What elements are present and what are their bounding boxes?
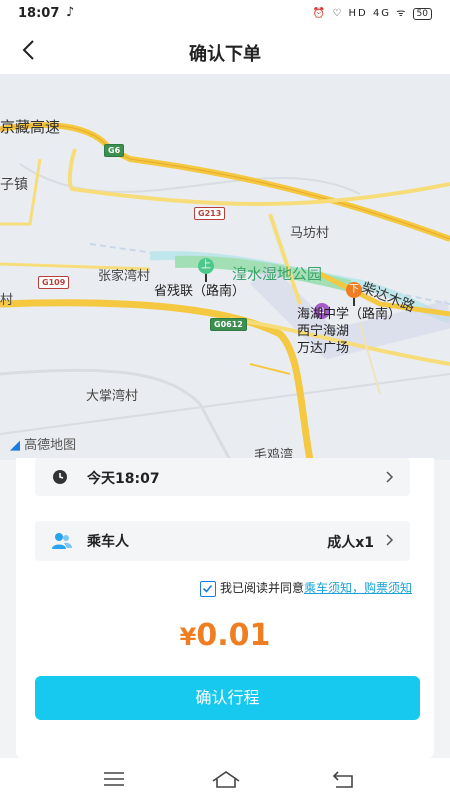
status-indicators: ⏰ ♡ HD 4G ᯤ 50 xyxy=(313,5,432,20)
shield-g213: G213 xyxy=(194,207,226,220)
dropoff-pin-icon[interactable]: 下 xyxy=(346,282,362,298)
passengers-icon xyxy=(51,531,72,551)
home-button[interactable] xyxy=(211,768,240,790)
agreement-line: 我已阅读并同意乘车须知，购票须知 xyxy=(199,579,412,597)
agreement-checkbox[interactable] xyxy=(199,580,216,597)
status-bar: 18:07 ♪ ⏰ ♡ HD 4G ᯤ 50 xyxy=(0,0,450,28)
map-label-zhangjia: 张家湾村 xyxy=(98,269,151,284)
amap-logo-text: 高德地图 xyxy=(24,438,77,453)
chevron-right-icon xyxy=(384,532,396,548)
shield-g0612: G0612 xyxy=(210,318,247,331)
status-time: 18:07 xyxy=(18,6,60,21)
pickup-pin-stem xyxy=(205,274,207,282)
dropoff-label: 海湖中学（路南） xyxy=(297,307,402,322)
shield-g6: G6 xyxy=(104,144,125,157)
menu-icon xyxy=(104,772,124,786)
agreement-text: 我已阅读并同意 xyxy=(219,581,304,595)
home-icon xyxy=(212,771,240,788)
system-nav-bar xyxy=(0,758,450,800)
map-label-highway: 京藏高速 xyxy=(0,118,61,136)
tiktok-icon: ♪ xyxy=(66,5,75,20)
passenger-row[interactable]: 乘车人 成人x1 xyxy=(35,521,410,561)
currency-symbol: ¥ xyxy=(179,623,197,651)
map-label-left-edge: 村 xyxy=(0,293,14,308)
agreement-link[interactable]: 乘车须知，购票须知 xyxy=(304,581,412,595)
page-title: 确认下单 xyxy=(189,44,261,65)
mall-label-line2: 万达广场 xyxy=(297,341,350,356)
departure-time-row[interactable]: 今天18:07 xyxy=(35,458,410,496)
clock-icon xyxy=(51,468,71,488)
map-label-park: 湟水湿地公园 xyxy=(232,265,323,283)
price-display: ¥0.01 xyxy=(16,618,434,653)
price-amount: 0.01 xyxy=(196,618,271,653)
amap-logo: ◢ 高德地图 xyxy=(10,434,76,453)
order-sheet: 今天18:07 乘车人 成人x1 我已阅读并同意乘车须知，购票须知 ¥0.01 … xyxy=(16,458,434,758)
map-roads xyxy=(0,122,450,460)
map-label-dazhang: 大掌湾村 xyxy=(86,389,139,404)
header-bar: 确认下单 xyxy=(0,28,450,74)
mall-label-line1: 西宁海湖 xyxy=(297,324,350,339)
back-icon xyxy=(332,771,353,788)
shield-g109: G109 xyxy=(38,276,70,289)
amap-logo-icon: ◢ xyxy=(10,438,20,453)
menu-button[interactable] xyxy=(100,768,128,790)
checkmark-icon xyxy=(202,584,213,593)
passenger-label: 乘车人 xyxy=(87,534,129,550)
route-map[interactable]: 京藏高速 G6 子镇 G213 马坊村 张家湾村 村 G109 湟水湿地公园 柴… xyxy=(0,74,450,460)
status-icons: ⏰ ♡ HD 4G ᯤ xyxy=(312,8,408,19)
map-label-town: 子镇 xyxy=(0,177,28,193)
confirm-trip-button[interactable]: 确认行程 xyxy=(35,676,420,720)
passenger-count: 成人x1 xyxy=(327,535,374,551)
pickup-label: 省残联（路南） xyxy=(154,284,246,299)
dropoff-pin-stem xyxy=(353,298,355,306)
pickup-pin-icon[interactable]: 上 xyxy=(198,258,214,274)
battery-icon: 50 xyxy=(412,8,432,20)
departure-time-label: 今天18:07 xyxy=(87,471,160,487)
back-nav-button[interactable] xyxy=(330,768,358,790)
chevron-right-icon xyxy=(384,469,396,485)
map-label-mafang: 马坊村 xyxy=(290,226,330,241)
